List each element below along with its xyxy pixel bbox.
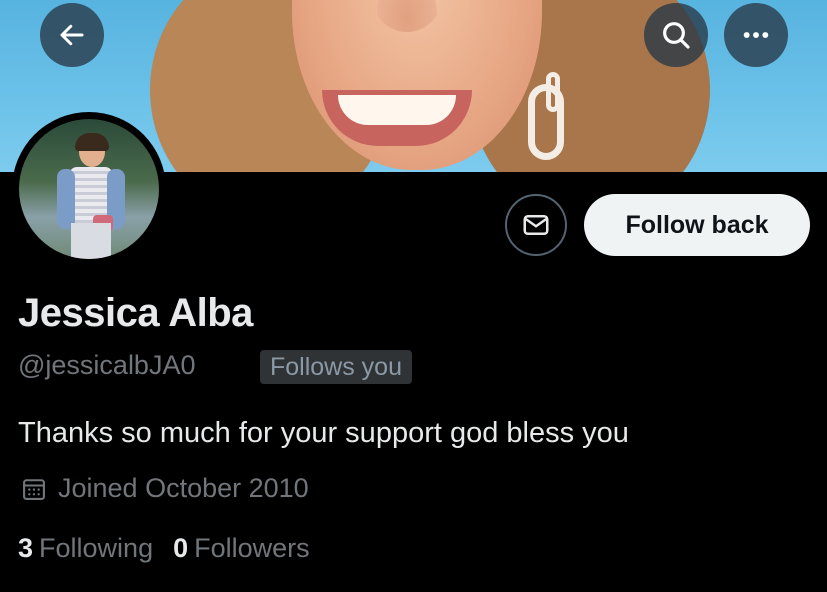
search-button[interactable] [644, 3, 708, 67]
calendar-icon [23, 478, 45, 500]
joined-text: Joined October 2010 [58, 473, 309, 503]
follow-stats: 3 Following 0 Followers [18, 533, 310, 564]
avatar-image [19, 119, 159, 259]
banner-teeth [338, 95, 456, 125]
followers-label: Followers [194, 533, 310, 563]
profile-name: Jessica Alba [18, 291, 253, 335]
message-button[interactable] [505, 194, 567, 256]
banner-earring-top [546, 72, 560, 112]
following-count: 3 [18, 533, 34, 563]
profile-bio: Thanks so much for your support god bles… [18, 417, 629, 449]
follow-back-button[interactable]: Follow back [584, 194, 810, 256]
mail-icon [523, 215, 549, 235]
followers-link[interactable]: 0 Followers [173, 533, 310, 564]
following-link[interactable]: 3 Following [18, 533, 153, 564]
followers-count: 0 [173, 533, 189, 563]
following-label: Following [39, 533, 154, 563]
joined-date: Joined October 2010 [20, 473, 309, 504]
search-icon [663, 22, 690, 49]
arrow-left-icon [60, 24, 84, 46]
back-button[interactable] [40, 3, 104, 67]
profile-handle: @jessicalbJA0 [18, 350, 196, 380]
avatar[interactable] [12, 112, 166, 266]
follows-you-badge: Follows you [260, 350, 412, 384]
more-button[interactable] [724, 3, 788, 67]
more-horizontal-icon [743, 32, 769, 38]
